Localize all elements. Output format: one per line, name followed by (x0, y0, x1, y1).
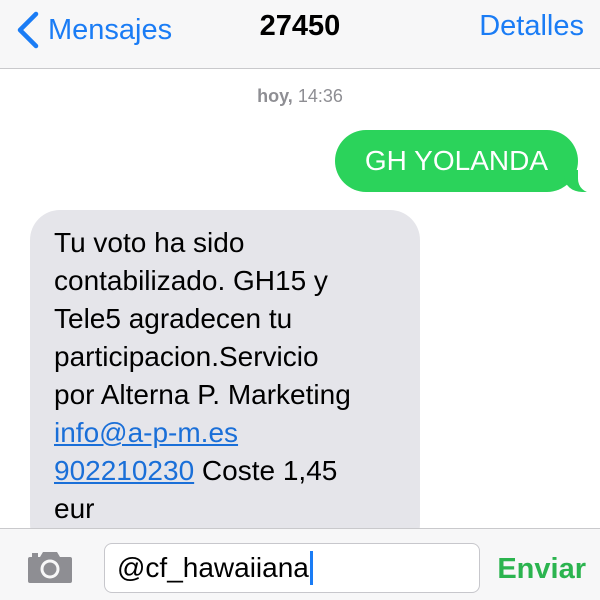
email-link[interactable]: info@a-p-m.es (54, 417, 238, 448)
chevron-left-icon (17, 11, 39, 49)
send-button[interactable]: Enviar (497, 553, 586, 586)
received-message-text: Tu voto ha sido contabilizado. GH15 y Te… (54, 227, 351, 410)
phone-link[interactable]: 902210230 (54, 455, 194, 486)
messages-screen: Mensajes 27450 Detalles hoy, 14:36 GH YO… (0, 0, 600, 600)
sent-message-bubble[interactable]: GH YOLANDA (334, 130, 600, 193)
sent-message-text: GH YOLANDA (364, 145, 548, 176)
timestamp-time: 14:36 (297, 86, 343, 106)
received-message-bubble[interactable]: Tu voto ha sido contabilizado. GH15 y Te… (30, 210, 420, 554)
message-input-bar: @cf_hawaiiana Enviar (0, 528, 600, 600)
message-input-field[interactable]: @cf_hawaiiana (104, 543, 480, 593)
back-button-label: Mensajes (48, 13, 173, 46)
message-timestamp: hoy, 14:36 (0, 86, 600, 107)
details-button[interactable]: Detalles (479, 10, 584, 43)
text-cursor (309, 551, 313, 585)
back-button[interactable]: Mensajes (14, 6, 172, 54)
timestamp-day: hoy, (257, 86, 293, 106)
navigation-bar: Mensajes 27450 Detalles (0, 0, 600, 69)
camera-icon[interactable] (26, 549, 74, 585)
message-input-value: @cf_hawaiiana (117, 552, 309, 583)
